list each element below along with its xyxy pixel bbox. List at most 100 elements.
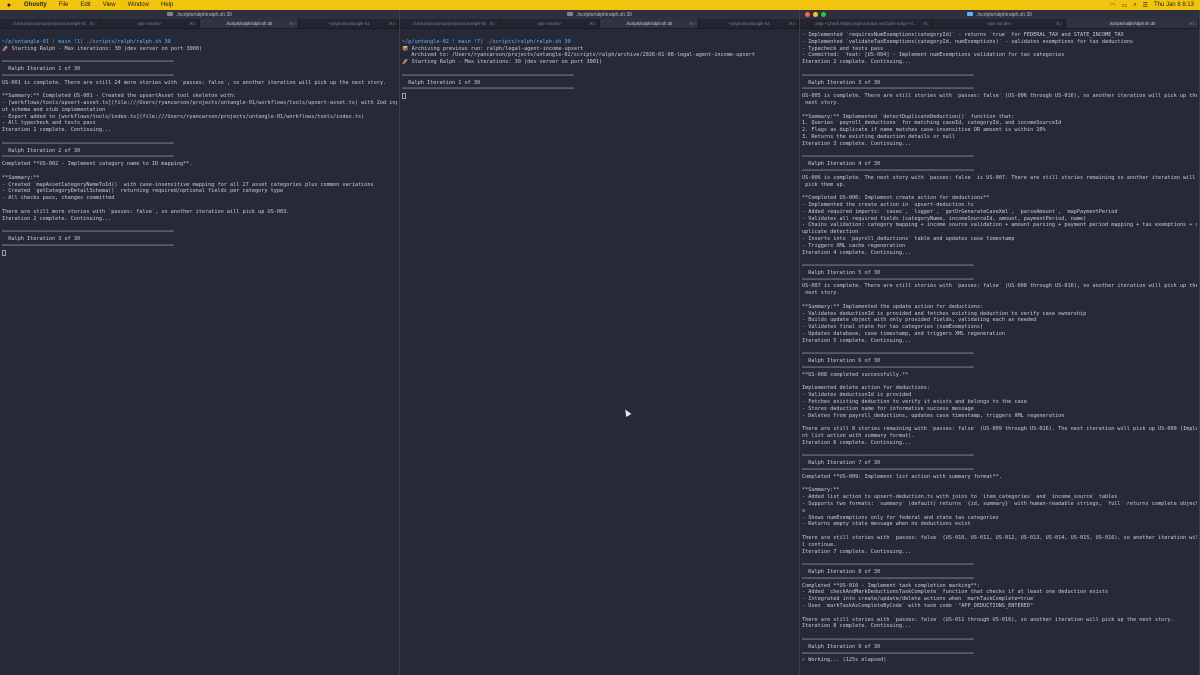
terminal-line: - Added `checkAndMarkDeductionsTaskCompl… [802,589,1109,596]
tab-4[interactable]: ~/projects/untangle-02 ⌘4 [699,19,799,28]
terminal-cursor [2,249,397,257]
tab-shortcut: ⌘1 [489,21,496,26]
tab-2[interactable]: npm run dev ⌘2 [100,19,200,28]
tab-3[interactable]: ./scripts/ralph/ralph.sh 30 ⌘3 [599,19,700,28]
tab-shortcut: ⌘1 [89,21,96,26]
traffic-lights [805,12,826,17]
tab-shortcut: ⌘2 [1055,21,1062,26]
terminal-line: ~/p/untangle-01 ᚠ main !1) ./scripts/ral… [2,38,171,45]
terminal-line: There are still 8 stories remaining with… [802,426,1197,433]
terminal-line: Archived to: /Users/ryancarson/projects/… [402,52,755,59]
terminal-line: **Completed US-006: Implement create act… [802,195,990,202]
tab-1[interactable]: amp • Check Ralph project status and bas… [800,19,933,28]
window-title: ./scripts/ralph/ralph.sh 30 [976,11,1032,18]
menu-help[interactable]: Help [155,2,179,8]
terminal-line: US-007 is complete. There are still stor… [802,283,1197,290]
terminal-line: US-005 is complete. There are still stor… [802,93,1197,100]
window-titlebar[interactable]: ./scripts/ralph/ralph.sh 30 [0,10,399,19]
terminal-line: ════════════════════════════════════════… [802,453,974,460]
menu-view[interactable]: View [97,2,122,8]
tab-shortcut: ⌘2 [589,21,596,26]
menu-window[interactable]: Window [122,2,155,8]
tab-2[interactable]: npm run dev ⌘2 [500,19,600,28]
tab-1[interactable]: ./Users/ryancarson/projects/untangle-02 ⌘… [400,19,500,28]
tab-label: ./scripts/ralph/ralph.sh 30 [625,21,673,26]
terminal-line: s [802,507,806,514]
terminal-line: - Validates final state for tax categori… [802,324,984,331]
tab-1[interactable]: ./Users/ryancarson/projects/untangle-01 ⌘… [0,19,100,28]
terminal-line: Ralph Iteration 4 of 30 [802,161,881,168]
menu-app-name[interactable]: Ghostty [18,2,53,8]
wifi-icon[interactable]: ◠ [1110,2,1115,9]
terminal-line: - Inserts into `payroll_deductions` tabl… [802,235,1015,242]
terminal-line: - Deletes from payroll_deductions, updat… [802,412,1065,419]
terminal-output[interactable]: ~/p/untangle-01 ᚠ main !1) ./scripts/ral… [0,29,399,259]
menu-edit[interactable]: Edit [74,2,96,8]
terminal-line: Completed **US-009: Implement list actio… [802,473,1002,480]
tab-2[interactable]: npm run dev ⌘2 [933,19,1066,28]
tab-label: ./scripts/ralph/ralph.sh 30 [1108,21,1156,26]
terminal-line: **Summary:** Completed US-001 - Created … [2,93,237,100]
terminal-line: Iteration 2 complete. Continuing... [2,215,112,222]
terminal-line: ════════════════════════════════════════… [402,72,574,79]
tab-label: amp • Check Ralph project status and bas… [815,21,917,26]
terminal-output[interactable]: - Implemented `requiresNumExemptions(cat… [800,29,1199,667]
terminal-line: ✓ Working... (125s elapsed) [802,657,887,664]
terminal-line: Iteration 4 complete. Continuing... [802,249,912,256]
tab-shortcut: ⌘4 [388,21,395,26]
tab-4[interactable]: ~/projects/untangle-01 ⌘4 [299,19,399,28]
search-icon[interactable]: ⌕ [1133,2,1136,9]
tab-label: npm run dev [137,21,161,26]
terminal-line: Iteration 3 complete. Continuing... [802,140,912,147]
terminal-line: - Stores deduction name for informative … [802,405,974,412]
terminal-line: **Summary:** Implemented `detectDuplicat… [802,113,1015,120]
terminal-line: - Chains validation: category mapping + … [802,222,1197,229]
menu-clock[interactable]: Thu Jan 8 6:13 [1154,2,1194,8]
close-window-icon[interactable] [805,12,810,17]
minimize-window-icon[interactable] [813,12,818,17]
terminal-line: Ralph Iteration 1 of 30 [2,65,81,72]
menu-file[interactable]: File [53,2,75,8]
terminal-output[interactable]: ~/p/untangle-02 ᚠ main !7) ./scripts/ral… [400,29,799,103]
terminal-line: Iteration 2 complete. Continuing... [802,59,912,66]
terminal-line: Iteration 6 complete. Continuing... [802,439,912,446]
terminal-line: ════════════════════════════════════════… [2,242,174,249]
tab-3[interactable]: ./scripts/ralph/ralph.sh 30 ⌘3 [199,19,300,28]
apple-icon[interactable]: ● [0,2,18,9]
tab-3[interactable]: ./scripts/ralph/ralph.sh 30 ⌘3 [1066,19,1199,28]
terminal-line: Ralph Iteration 9 of 30 [802,643,881,650]
terminal-line: ════════════════════════════════════════… [802,650,974,657]
terminal-line: - Added list action to upsert-deduction.… [802,494,1118,501]
terminal-line: - Implemented `validateTaxExemptions(cat… [802,38,1134,45]
terminal-line: US-006 is complete. The next story with … [802,174,1196,181]
window-titlebar[interactable]: ./scripts/ralph/ralph.sh 30 [400,10,799,19]
terminal-line: ════════════════════════════════════════… [402,86,574,93]
terminal-line: 1. Queries `payroll_deductions` for matc… [802,120,1062,127]
terminal-line: next story. [802,290,840,297]
tab-label: ~/projects/untangle-01 [327,21,370,26]
terminal-line: US-001 is complete. There are still 24 m… [2,79,387,86]
battery-icon[interactable]: ▭ [1122,2,1128,9]
tab-shortcut: ⌘4 [788,21,795,26]
terminal-line: - Triggers XML cache regeneration [802,242,906,249]
zoom-window-icon[interactable] [821,12,826,17]
tab-label: ./Users/ryancarson/projects/untangle-02 [412,21,487,26]
terminal-line: ════════════════════════════════════════… [802,351,974,358]
terminal-line: - Builds update object with only provide… [802,317,1037,324]
terminal-line: ut schema and stub implementation [2,106,106,113]
terminal-line: - Uses `markTaskAsCompleteByCode` with t… [802,602,1037,609]
window-titlebar[interactable]: ./scripts/ralph/ralph.sh 30 [800,10,1199,19]
control-center-icon[interactable]: ☰ [1143,2,1148,9]
terminal-line: There are still stories with `passes: fa… [802,616,1174,623]
terminal-line: ════════════════════════════════════════… [802,636,974,643]
terminal-line: ════════════════════════════════════════… [2,72,174,79]
terminal-line: Ralph Iteration 2 of 30 [2,147,81,154]
terminal-line: - All typecheck and tests pass [2,120,96,127]
